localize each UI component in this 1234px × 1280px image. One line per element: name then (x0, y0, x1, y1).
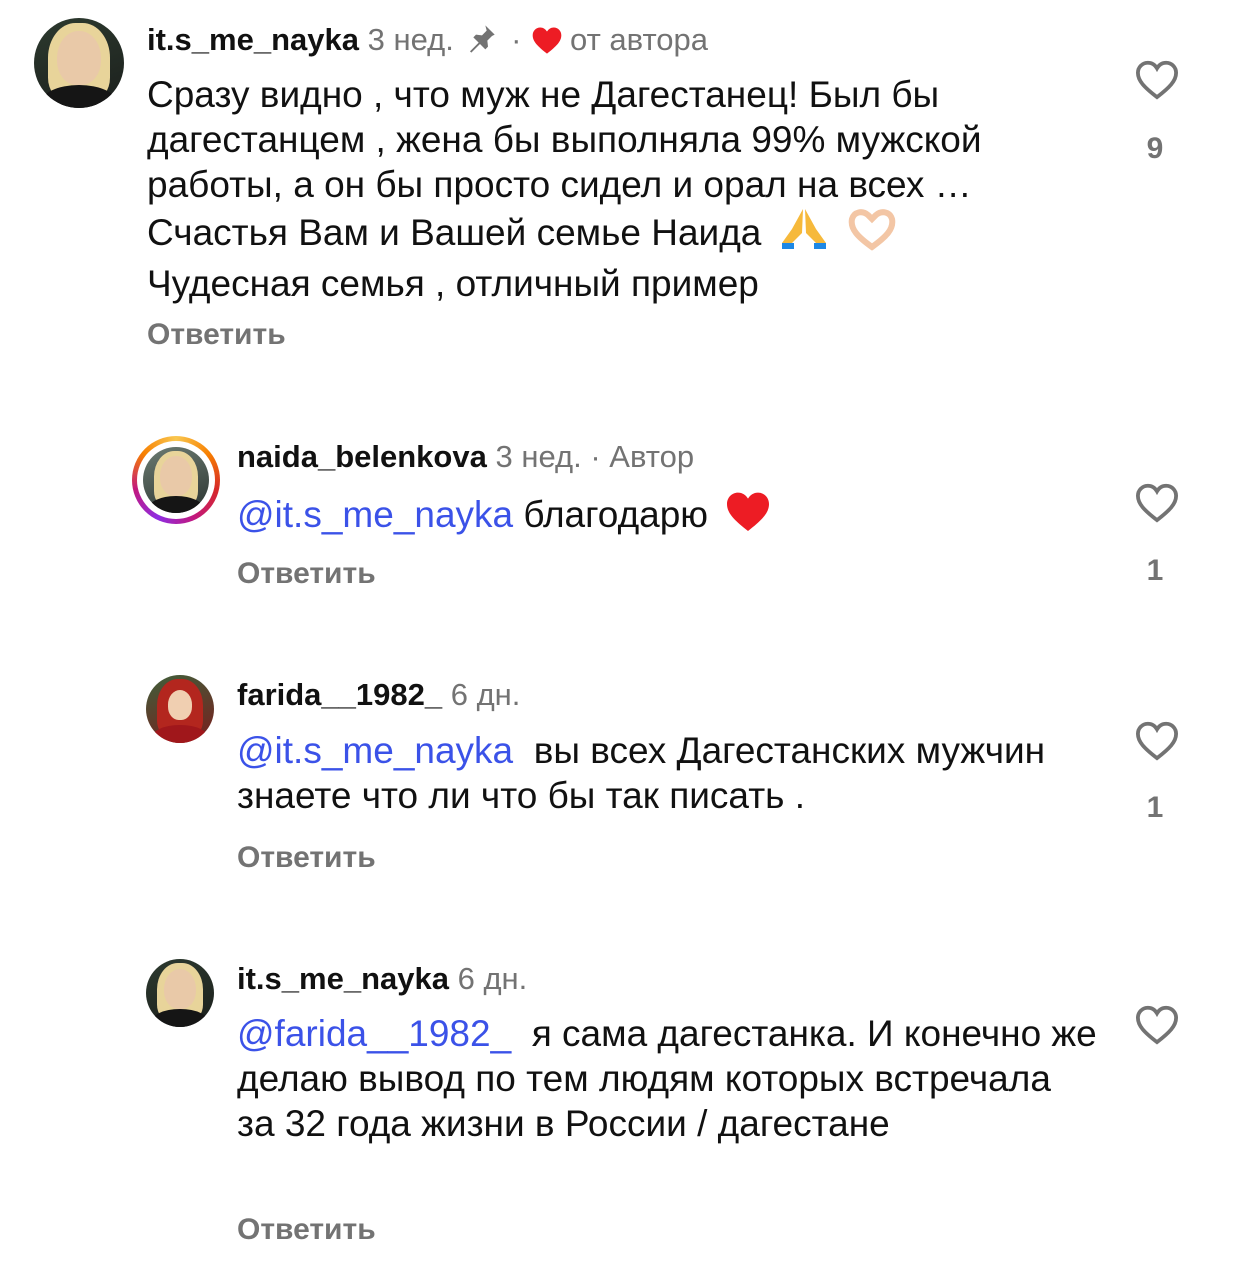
comment-meta: farida__1982_ 6 дн. (237, 675, 520, 715)
comment-text: @it.s_me_nayka вы всех Дагестанских мужч… (237, 728, 1097, 818)
red-heart-icon (724, 489, 772, 543)
comment-text: @it.s_me_nayka благодарю (237, 489, 1097, 543)
reply-button[interactable]: Ответить (237, 557, 376, 591)
heart-hands-icon (846, 207, 898, 261)
username[interactable]: it.s_me_nayka (237, 961, 449, 996)
like-heart-icon[interactable] (1134, 58, 1180, 100)
liked-by-author-label: от автора (570, 22, 709, 57)
like-heart-icon[interactable] (1134, 481, 1180, 523)
avatar (143, 447, 209, 513)
like-count: 9 (1146, 132, 1164, 165)
username[interactable]: farida__1982_ (237, 677, 442, 712)
avatar[interactable] (146, 959, 214, 1027)
pin-icon (470, 25, 496, 53)
comment-text: @farida__1982_ я сама дагестанка. И коне… (237, 1011, 1097, 1146)
username[interactable]: it.s_me_nayka (147, 22, 359, 57)
like-count: 1 (1146, 791, 1164, 824)
comment-meta: it.s_me_nayka 3 нед. · от автора (147, 20, 708, 60)
mention-link[interactable]: @it.s_me_nayka (237, 494, 513, 535)
comment-body-tail: Чудесная семья , отличный пример (147, 263, 759, 304)
timestamp: 3 нед. (495, 439, 582, 474)
username[interactable]: naida_belenkova (237, 439, 487, 474)
like-count: 1 (1146, 554, 1164, 587)
separator: · (511, 22, 522, 57)
avatar[interactable] (34, 18, 124, 108)
like-heart-icon[interactable] (1134, 1003, 1180, 1045)
like-heart-icon[interactable] (1134, 719, 1180, 761)
author-badge: Автор (609, 439, 695, 474)
story-ring-avatar[interactable] (132, 436, 220, 524)
comment-meta: it.s_me_nayka 6 дн. (237, 959, 527, 999)
comment-meta: naida_belenkova 3 нед. · Автор (237, 437, 694, 477)
comment-text: Сразу видно , что муж не Дагестанец! Был… (147, 72, 1097, 306)
folded-hands-icon (778, 207, 830, 261)
author-heart-icon (532, 27, 562, 54)
reply-button[interactable]: Ответить (147, 318, 286, 352)
separator: · (590, 439, 601, 474)
timestamp: 3 нед. (367, 22, 454, 57)
mention-link[interactable]: @it.s_me_nayka (237, 730, 513, 771)
comment-body: благодарю (523, 494, 709, 535)
avatar[interactable] (146, 675, 214, 743)
mention-link[interactable]: @farida__1982_ (237, 1013, 511, 1054)
timestamp: 6 дн. (450, 677, 521, 712)
timestamp: 6 дн. (457, 961, 528, 996)
reply-button[interactable]: Ответить (237, 841, 376, 875)
reply-button[interactable]: Ответить (237, 1213, 376, 1247)
